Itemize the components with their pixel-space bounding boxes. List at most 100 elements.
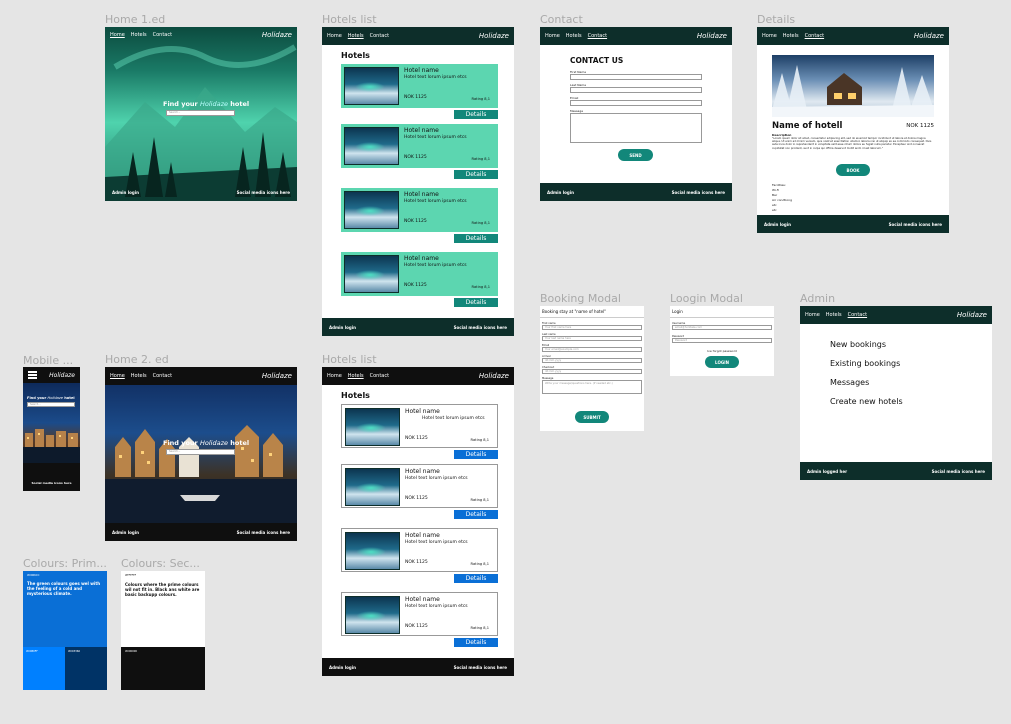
nav-home-link[interactable]: Home [110,373,125,379]
hotel-name: Hotel name [405,468,440,475]
frame-label-booking-modal: Booking Modal [540,292,621,305]
nav-home-link[interactable]: Home [327,33,342,39]
checkout-date-input[interactable]: dd.mm.yyyy [542,369,642,374]
frame-contact: Home Hotels Contact Holidaze CONTACT US … [540,27,732,201]
hotel-card[interactable]: Hotel name Hotel text lorum ipsum etcs N… [341,64,498,108]
brand-logo[interactable]: Holidaze [957,311,987,319]
nav-contact-link[interactable]: Contact [153,373,172,379]
book-button[interactable]: BOOK [836,164,870,176]
admin-menu-existing-bookings[interactable]: Existing bookings [830,354,903,373]
login-button[interactable]: LOGIN [705,356,739,368]
footer-admin-login[interactable]: Admin login [764,222,791,227]
brand-logo[interactable]: Holidaze [49,372,75,379]
details-button[interactable]: Details [454,298,498,307]
footer-admin-login[interactable]: Admin login [329,325,356,330]
frame-label-admin: Admin [800,292,836,305]
admin-menu: New bookings Existing bookings Messages … [830,335,903,411]
details-button[interactable]: Details [454,170,498,179]
hotel-rating: Rating 8,1 [470,562,489,566]
brand-logo[interactable]: Holidaze [479,32,509,40]
brand-logo[interactable]: Holidaze [914,32,944,40]
last-name-input[interactable] [570,87,702,93]
brand-logo[interactable]: Holidaze [262,372,292,380]
admin-menu-new-bookings[interactable]: New bookings [830,335,903,354]
footer-admin-login[interactable]: Admin login [329,665,356,670]
nav-home-link[interactable]: Home [545,33,560,39]
details-button[interactable]: Details [454,510,498,519]
email-input[interactable] [570,100,702,106]
swatch-label: #FFFFFF [125,574,137,577]
nav-hotels-link[interactable]: Hotels [131,32,147,38]
details-button[interactable]: Details [454,638,498,647]
password-input[interactable]: Password [672,338,772,343]
nav-hotels-link[interactable]: Hotels [348,373,364,379]
footer-admin-login[interactable]: Admin login [547,190,574,195]
footer-admin-login[interactable]: Admin login [112,190,139,195]
hotel-card[interactable]: Hotel name Hotel text lorum ipsum etcs N… [341,592,498,636]
hotel-rating: Rating 8,1 [471,285,490,289]
footer-social: Social media icons here [888,221,942,227]
nav-contact-link[interactable]: Contact [370,373,389,379]
navbar: Home Hotels Contact Holidaze [322,367,514,385]
details-button[interactable]: Details [454,574,498,583]
nav-hotels-link[interactable]: Hotels [826,312,842,318]
nav-hotels-link[interactable]: Hotels [783,33,799,39]
details-button[interactable]: Details [454,110,498,119]
nav-home-link[interactable]: Home [327,373,342,379]
brand-logo[interactable]: Holidaze [262,31,292,39]
nav-contact-link[interactable]: Contact [153,32,172,38]
arrival-date-input[interactable]: dd.mm.yyyy [542,358,642,363]
hotel-card[interactable]: Hotel name Hotel text lorum ipsum etcs N… [341,464,498,508]
page-title: Hotels [341,51,370,60]
nav-home-link[interactable]: Home [762,33,777,39]
nav-contact-link[interactable]: Contact [370,33,389,39]
submit-button[interactable]: SUBMIT [575,411,609,423]
footer: Admin logged her Social media icons here [800,462,992,480]
nav-hotels-link[interactable]: Hotels [566,33,582,39]
message-textarea[interactable]: Write your message/questions here. (if n… [542,380,642,394]
nav-hotels-link[interactable]: Hotels [131,373,147,379]
frame-home2: Home Hotels Contact Holidaze Find your H… [105,367,297,541]
nav-contact-link[interactable]: Contact [588,33,607,39]
hotel-card[interactable]: Hotel name Hotel text lorum ipsum etcs N… [341,124,498,168]
hero-search-input[interactable]: Search... [166,110,235,116]
hotel-card[interactable]: Hotel name Hotel text lorum ipsum etcs N… [341,252,498,296]
navbar: Holidaze [23,367,80,383]
username-input[interactable]: email@holidaze.com [672,325,772,330]
details-button[interactable]: Details [454,234,498,243]
footer-social: Social media icons here [236,529,290,535]
forgot-password-link[interactable]: Ive forgot password [670,349,774,353]
hotel-card[interactable]: Hotel name Hotel text lorum ipsum etcs N… [341,528,498,572]
send-button[interactable]: SEND [618,149,653,161]
first-name-input[interactable] [570,74,702,80]
brand-logo[interactable]: Holidaze [479,372,509,380]
hotel-rating: Rating 8,1 [471,221,490,225]
brand-logo[interactable]: Holidaze [697,32,727,40]
hotel-card[interactable]: Hotel name Hotel text lorum ipsum etcs N… [341,404,498,448]
divider [540,317,644,318]
email-input[interactable]: Your email@example.com [542,347,642,352]
hotel-card[interactable]: Hotel name Hotel text lorum ipsum etcs N… [341,188,498,232]
message-textarea[interactable] [570,113,702,143]
hero-search-input[interactable]: Search... [27,402,75,407]
nav-hotels-link[interactable]: Hotels [348,33,364,39]
admin-menu-create-hotels[interactable]: Create new hotels [830,392,903,411]
hamburger-menu-icon[interactable] [28,370,37,381]
details-button[interactable]: Details [454,450,498,459]
nav-home-link[interactable]: Home [110,32,125,38]
nav-home-link[interactable]: Home [805,312,820,318]
hotel-price: NOK 1125 [405,436,428,441]
divider [670,317,774,318]
hotel-hero-image [772,55,934,117]
admin-menu-messages[interactable]: Messages [830,373,903,392]
first-name-input[interactable]: Your first name here [542,325,642,330]
hotel-thumbnail [345,468,400,506]
hotel-text: Hotel text lorum ipsum etcs [404,199,467,204]
nav-contact-link[interactable]: Contact [805,33,824,39]
frame-admin: Home Hotels Contact Holidaze New booking… [800,306,992,480]
frame-login-modal: Login Username email@holidaze.com Passwo… [670,306,774,376]
last-name-input[interactable]: Your last name here [542,336,642,341]
hero-search-input[interactable]: Search... [166,449,235,455]
nav-contact-link[interactable]: Contact [848,312,867,318]
footer-admin-login[interactable]: Admin login [112,530,139,535]
